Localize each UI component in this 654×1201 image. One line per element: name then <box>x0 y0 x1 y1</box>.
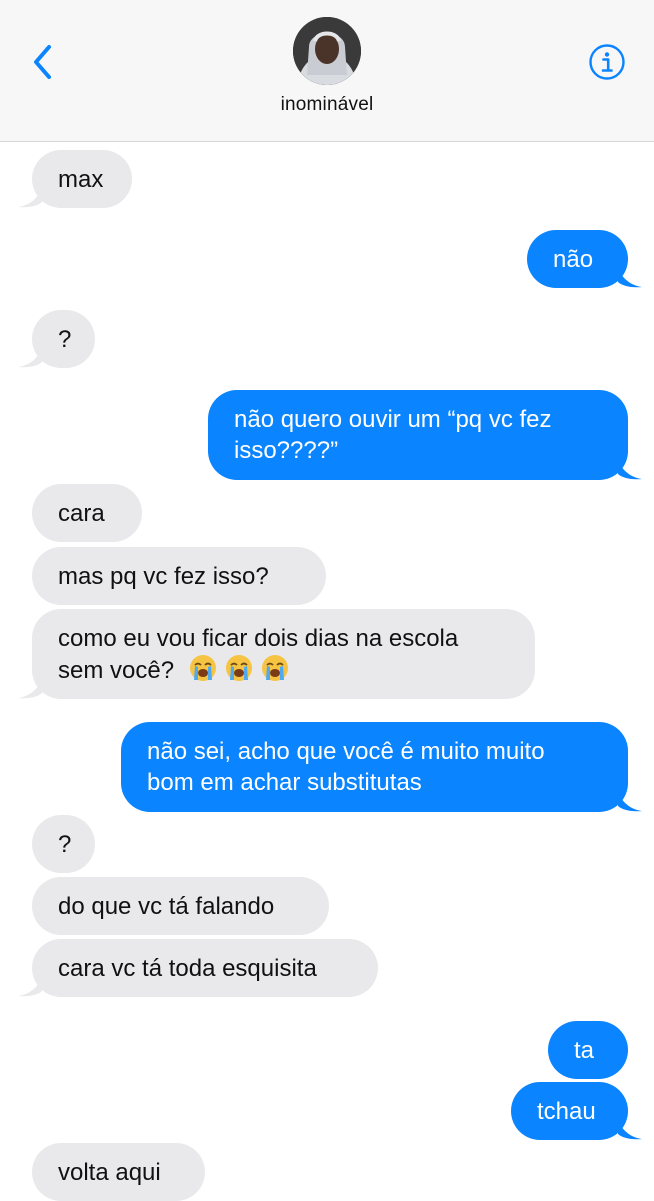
message-bubble: como eu vou ficar dois dias na escola se… <box>32 609 535 699</box>
loudly-crying-face-icon <box>189 655 216 681</box>
message-bubble: tchau <box>511 1082 628 1140</box>
message-incoming[interactable]: ? <box>32 815 95 873</box>
message-outgoing[interactable]: não quero ouvir um “pq vc fez isso????” <box>208 390 642 480</box>
message-outgoing[interactable]: tchau <box>511 1082 642 1140</box>
back-button[interactable] <box>28 42 58 82</box>
message-outgoing[interactable]: não sei, acho que você é muito muito bom… <box>121 722 642 812</box>
message-bubble: max <box>32 150 132 208</box>
message-incoming[interactable]: ? <box>18 310 95 368</box>
message-bubble: não sei, acho que você é muito muito bom… <box>121 722 628 812</box>
message-incoming[interactable]: cara vc tá toda esquisita <box>18 939 378 997</box>
message-thread[interactable]: max não ? não quero ouvir um “pq vc fez … <box>0 142 654 1201</box>
message-bubble: cara vc tá toda esquisita <box>32 939 378 997</box>
contact-name[interactable]: inominável <box>0 94 654 116</box>
message-incoming[interactable]: mas pq vc fez isso? <box>32 547 326 605</box>
message-bubble: cara <box>32 484 142 542</box>
message-incoming[interactable]: cara <box>32 484 142 542</box>
message-outgoing[interactable]: não <box>527 230 642 288</box>
message-bubble: não <box>527 230 628 288</box>
message-bubble: do que vc tá falando <box>32 877 329 935</box>
message-bubble: não quero ouvir um “pq vc fez isso????” <box>208 390 628 480</box>
message-incoming[interactable]: do que vc tá falando <box>32 877 329 935</box>
loudly-crying-face-icon <box>261 655 288 681</box>
message-bubble: ? <box>32 310 95 368</box>
message-incoming[interactable]: max <box>18 150 132 208</box>
message-bubble: mas pq vc fez isso? <box>32 547 326 605</box>
message-incoming[interactable]: como eu vou ficar dois dias na escola se… <box>18 609 535 699</box>
message-bubble: volta aqui <box>32 1143 205 1201</box>
contact-photo <box>293 17 361 85</box>
loudly-crying-face-icon <box>225 655 252 681</box>
info-icon <box>589 44 625 80</box>
message-incoming[interactable]: volta aqui <box>32 1143 205 1201</box>
message-outgoing[interactable]: ta <box>548 1021 628 1079</box>
message-bubble: ta <box>548 1021 628 1079</box>
message-bubble: ? <box>32 815 95 873</box>
chevron-left-icon <box>34 45 51 79</box>
info-button[interactable] <box>588 43 626 81</box>
avatar[interactable] <box>293 17 361 85</box>
conversation-header: inominável <box>0 0 654 142</box>
